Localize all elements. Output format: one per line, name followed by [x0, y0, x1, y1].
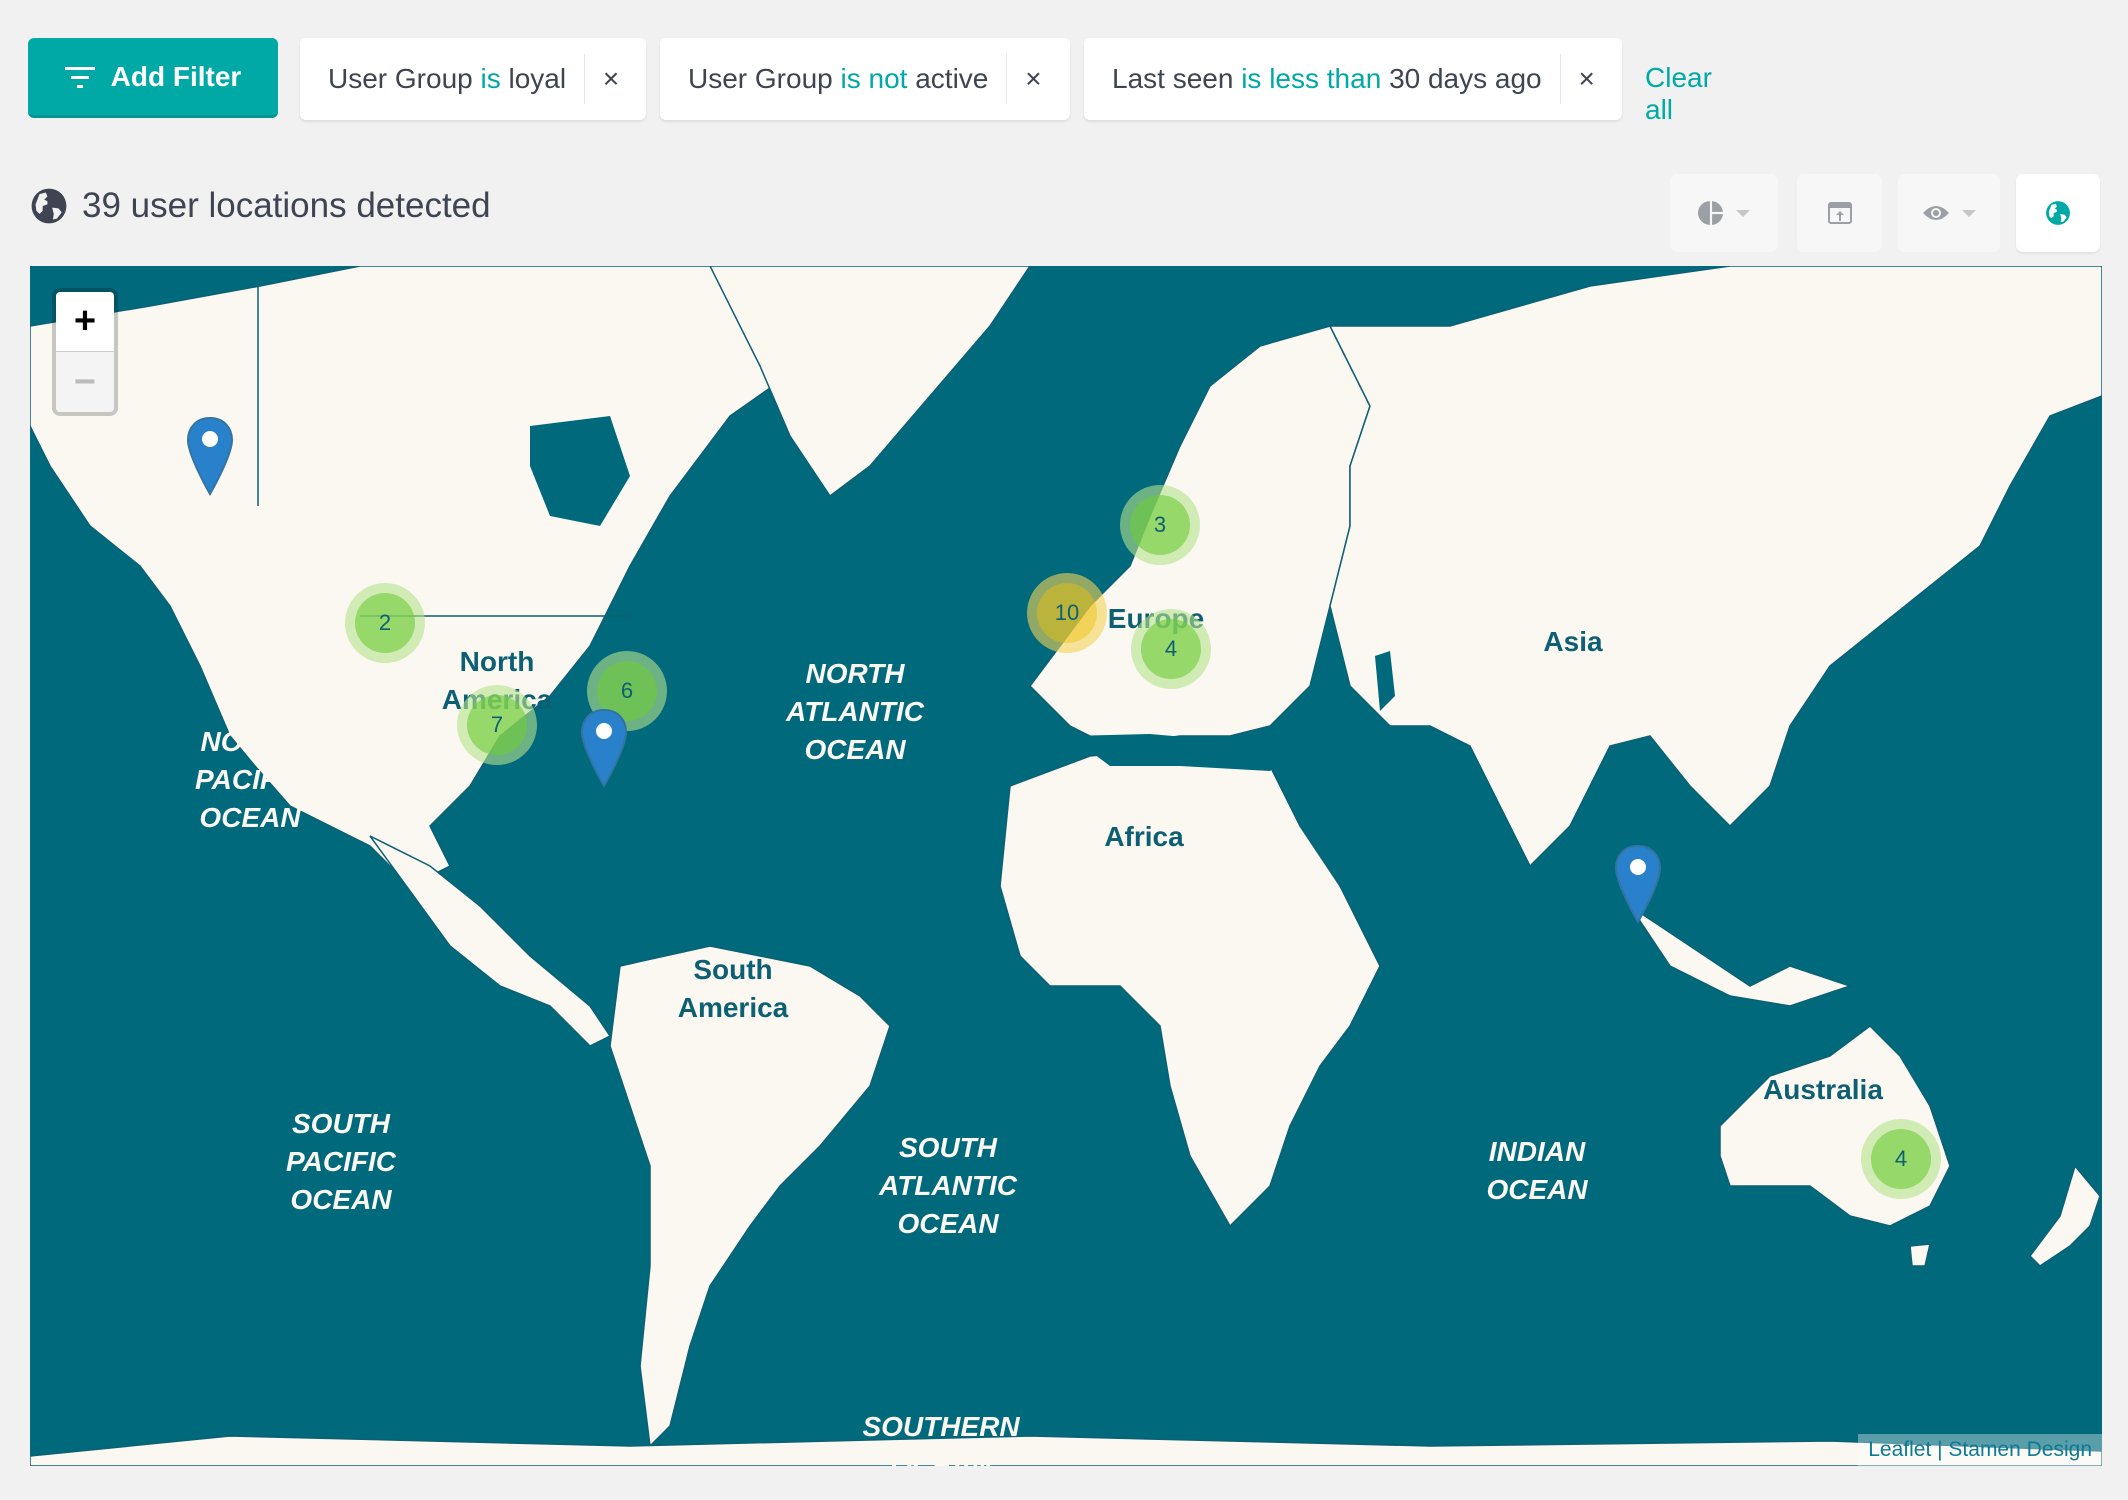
chip-value: 30 days ago [1389, 63, 1542, 94]
marker-cluster[interactable]: 2 [345, 583, 425, 663]
asia-landmass [1328, 266, 2102, 868]
remove-filter-icon[interactable]: × [1561, 63, 1613, 95]
cluster-count: 4 [1141, 619, 1201, 679]
map-land-layer [30, 266, 2102, 1466]
filter-chip[interactable]: Last seen is less than 30 days ago × [1084, 38, 1622, 120]
chip-field: User Group [688, 63, 833, 94]
ocean-label: SOUTH PACIFIC OCEAN [286, 1108, 396, 1215]
map-view-button[interactable] [2016, 174, 2100, 252]
chip-operator: is [480, 63, 501, 94]
continent-label: Africa [1104, 821, 1184, 852]
chip-value: active [915, 63, 989, 94]
clear-all-link[interactable]: Clear all [1645, 62, 1712, 126]
world-map[interactable]: + − North America South America Europe A… [30, 266, 2102, 1466]
marker-cluster[interactable]: 4 [1861, 1119, 1941, 1199]
map-pin-icon[interactable] [579, 708, 629, 788]
zoom-in-button[interactable]: + [56, 292, 114, 352]
cluster-count: 3 [1130, 495, 1190, 555]
page-title: 39 user locations detected [82, 186, 491, 225]
ocean-label: INDIAN OCEAN [1486, 1136, 1588, 1205]
continent-label: Asia [1543, 626, 1603, 657]
zoom-control: + − [52, 288, 118, 416]
chip-operator: is less than [1241, 63, 1382, 94]
ocean-label: SOUTH ATLANTIC OCEAN [879, 1132, 1017, 1239]
map-attribution: Leaflet | Stamen Design [1858, 1434, 2102, 1466]
chip-value: loyal [508, 63, 567, 94]
ocean-label: SOUTHERN OCEAN [862, 1411, 1020, 1466]
indonesia-landmass [1629, 905, 1853, 1007]
chart-type-dropdown[interactable] [1670, 174, 1778, 252]
chevron-down-icon [1736, 209, 1750, 217]
africa-landmass [999, 745, 1381, 1228]
stamen-link[interactable]: Stamen Design [1948, 1438, 2092, 1461]
marker-cluster[interactable]: 4 [1131, 609, 1211, 689]
globe-icon [31, 188, 67, 224]
ocean-label: NORTH ATLANTIC OCEAN [786, 658, 924, 765]
chevron-down-icon [1962, 209, 1976, 217]
europe-landmass [1029, 325, 1371, 747]
cluster-count: 10 [1037, 583, 1097, 643]
central-america-landmass [369, 835, 612, 1047]
filter-chip[interactable]: User Group is loyal × [300, 38, 646, 120]
cluster-count: 4 [1871, 1129, 1931, 1189]
marker-cluster[interactable]: 3 [1120, 485, 1200, 565]
chip-field: User Group [328, 63, 473, 94]
tasmania-landmass [1909, 1243, 1931, 1267]
antarctica-landmass [30, 1435, 2102, 1466]
eye-icon [1923, 206, 1949, 220]
zoom-out-button[interactable]: − [56, 352, 114, 412]
map-pin-icon[interactable] [185, 416, 235, 496]
marker-cluster[interactable]: 10 [1027, 573, 1107, 653]
filter-icon [64, 66, 95, 88]
new-zealand-landmass [2029, 1164, 2101, 1267]
continent-label: South America [677, 954, 789, 1023]
globe-icon [2046, 201, 2070, 225]
add-filter-button[interactable]: Add Filter [28, 38, 278, 118]
page-header: 39 user locations detected [30, 186, 491, 226]
export-icon [1827, 202, 1852, 224]
export-button[interactable] [1797, 174, 1882, 252]
cluster-count: 7 [467, 695, 527, 755]
pie-chart-icon [1698, 201, 1723, 225]
map-pin-icon[interactable] [1613, 844, 1663, 924]
chip-operator: is not [840, 63, 908, 94]
add-filter-label: Add Filter [110, 60, 242, 92]
attribution-separator: | [1931, 1438, 1949, 1461]
continent-label: Australia [1763, 1074, 1883, 1105]
marker-cluster[interactable]: 7 [457, 685, 537, 765]
remove-filter-icon[interactable]: × [585, 63, 637, 95]
chip-field: Last seen [1112, 63, 1234, 94]
visibility-dropdown[interactable] [1898, 174, 2000, 252]
filter-chip[interactable]: User Group is not active × [660, 38, 1070, 120]
ocean-label: NORTH PACIFIC OCEAN [195, 726, 305, 833]
remove-filter-icon[interactable]: × [1007, 63, 1059, 95]
cluster-count: 2 [355, 593, 415, 653]
leaflet-link[interactable]: Leaflet [1868, 1438, 1931, 1461]
